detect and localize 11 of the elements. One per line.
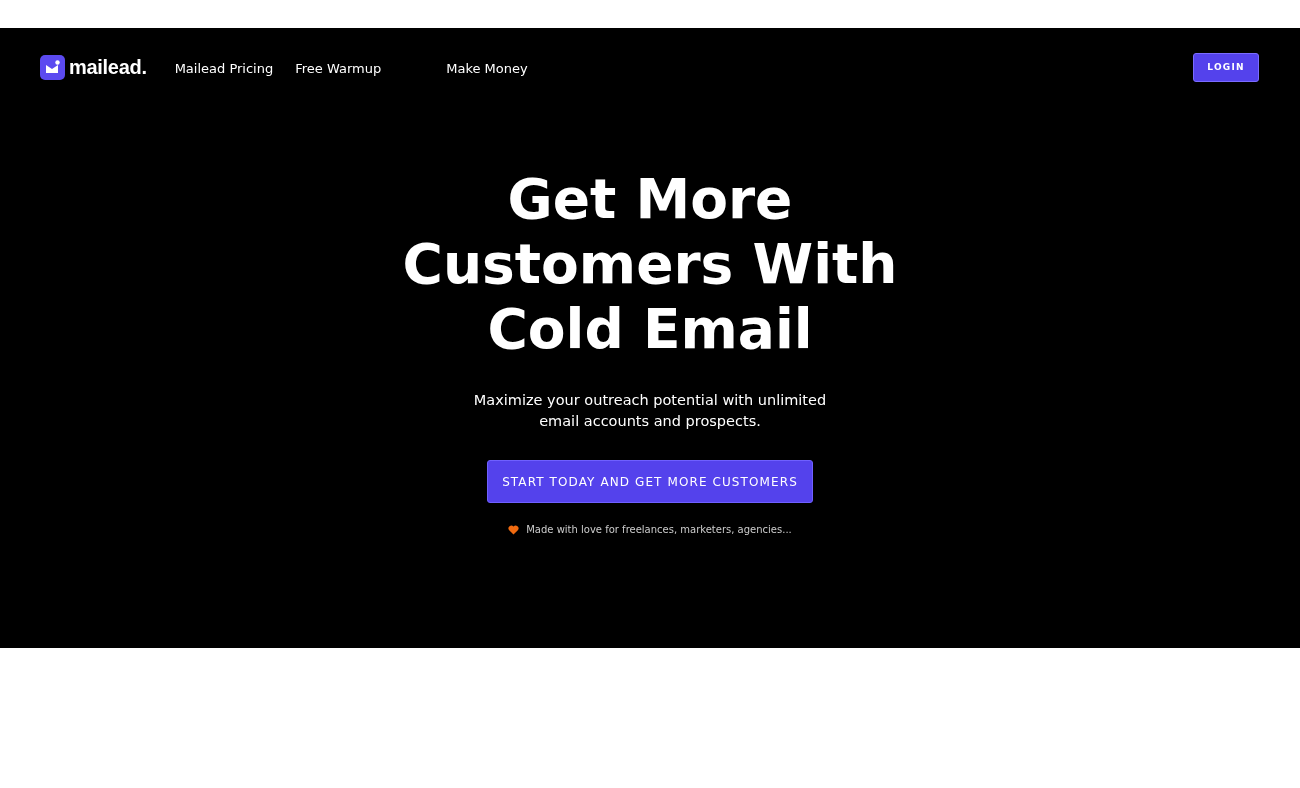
nav-link[interactable]: Make Money (446, 60, 528, 76)
envelope-logo-icon (40, 54, 65, 80)
nav-link[interactable]: Mailead Pricing (174, 60, 274, 76)
logo-text[interactable]: mailead. (69, 55, 147, 79)
heart-icon (508, 524, 520, 535)
nav-link[interactable]: Free Warmup (295, 60, 382, 76)
hero-heading: Get More Customers With Cold Email (402, 167, 898, 362)
login-button[interactable]: LOGIN (1193, 52, 1259, 82)
tagline-text: Made with love for freelances, marketers, agencies... (526, 524, 792, 535)
cta-button[interactable]: START TODAY AND GET MORE CUSTOMERS (487, 460, 813, 503)
hero-subtitle: Maximize your outreach potential with unlimited email accounts and prospects. (472, 391, 828, 431)
